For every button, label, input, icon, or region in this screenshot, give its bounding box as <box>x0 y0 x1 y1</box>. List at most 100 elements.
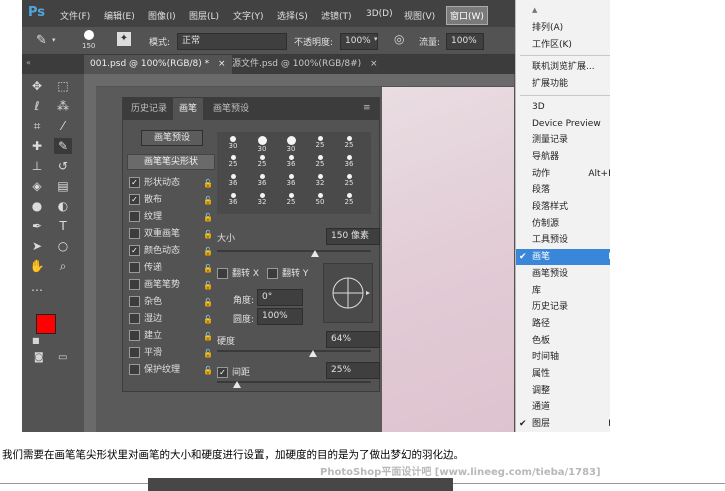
brush-option-checkbox[interactable] <box>129 296 140 307</box>
lock-icon[interactable]: 🔓 <box>203 312 213 327</box>
brush-option-checkbox[interactable] <box>129 262 140 273</box>
blur-tool-icon[interactable]: ● <box>28 198 46 214</box>
brush-option-item[interactable]: 杂色 🔓 <box>129 295 213 310</box>
tab-source-psd[interactable]: 源文件.psd @ 100%(RGB/8#) × <box>226 55 384 74</box>
eyedropper-tool-icon[interactable]: ⁄ <box>54 118 72 134</box>
type-tool-icon[interactable]: T <box>54 218 72 234</box>
quick-mask-icon[interactable]: ◙ <box>34 352 44 363</box>
brush-option-item[interactable]: 湿边 🔓 <box>129 312 213 327</box>
opacity-chevron-icon[interactable]: ▾ <box>374 35 378 43</box>
healing-brush-tool-icon[interactable]: ✚ <box>28 138 46 154</box>
pen-tool-icon[interactable]: ✒ <box>28 218 46 234</box>
window-menu-item[interactable]: 仿制源 <box>516 216 610 232</box>
menu-view[interactable]: 视图(V) <box>404 9 435 22</box>
brush-tip-cell[interactable]: 30 <box>250 136 274 153</box>
window-menu-item[interactable]: 3D <box>516 99 610 115</box>
window-menu-item[interactable]: 导航器 <box>516 149 610 165</box>
window-menu-item[interactable]: 段落样式 <box>516 199 610 215</box>
window-menu-item[interactable]: 历史记录 <box>516 299 610 315</box>
menu-image[interactable]: 图像(I) <box>148 9 176 22</box>
lock-icon[interactable]: 🔓 <box>203 329 213 344</box>
window-menu-item[interactable]: 色板 <box>516 333 610 349</box>
hardness-slider-knob[interactable] <box>309 350 317 357</box>
foreground-color-swatch[interactable] <box>36 314 56 334</box>
menu-edit[interactable]: 编辑(E) <box>104 9 135 22</box>
scroll-up-icon[interactable]: ▲ <box>532 6 537 14</box>
brush-tip-cell[interactable]: 25 <box>337 136 361 152</box>
brush-tool-icon[interactable]: ✎ <box>36 33 47 48</box>
tab-brush[interactable]: 画笔 <box>173 98 204 120</box>
brush-option-item[interactable]: 双重画笔 🔓 <box>129 227 213 242</box>
brush-panel-toggle-icon[interactable]: ✦ <box>117 32 131 46</box>
eraser-tool-icon[interactable]: ◈ <box>28 178 46 194</box>
lock-icon[interactable]: 🔓 <box>203 346 213 361</box>
menu-select[interactable]: 选择(S) <box>277 9 308 22</box>
horizontal-ruler[interactable] <box>84 74 514 86</box>
brush-option-checkbox[interactable] <box>129 211 140 222</box>
menu-layer[interactable]: 图层(L) <box>189 9 219 22</box>
spacing-option[interactable]: ✓ 间距 <box>217 365 250 378</box>
stamp-tool-icon[interactable]: ⊥ <box>28 158 46 174</box>
lasso-tool-icon[interactable]: ℓ <box>28 98 46 114</box>
hardness-field[interactable]: 64% <box>326 331 380 348</box>
brush-tip-cell[interactable]: 25 <box>221 155 245 171</box>
window-menu-item[interactable]: 工作区(K)▶ <box>516 37 610 53</box>
roundness-field[interactable]: 100% <box>257 308 303 325</box>
brush-tip-cell[interactable]: 36 <box>337 155 361 171</box>
brush-tip-cell[interactable]: 32 <box>250 193 274 209</box>
brush-option-checkbox[interactable]: ✓ <box>129 245 140 256</box>
menu-file[interactable]: 文件(F) <box>60 9 90 22</box>
brush-tool-icon[interactable]: ✎ <box>54 138 72 154</box>
size-slider-knob[interactable] <box>311 250 319 257</box>
lock-icon[interactable]: 🔓 <box>203 261 213 276</box>
brush-tip-cell[interactable]: 25 <box>337 193 361 209</box>
size-slider[interactable] <box>217 250 371 252</box>
brush-option-item[interactable]: 平滑 🔓 <box>129 346 213 361</box>
dodge-tool-icon[interactable]: ◐ <box>54 198 72 214</box>
brush-option-checkbox[interactable] <box>129 347 140 358</box>
lock-icon[interactable]: 🔓 <box>203 176 213 191</box>
brush-angle-dial-icon[interactable] <box>324 264 372 322</box>
window-menu-item[interactable]: 时间轴 <box>516 349 610 365</box>
more-tools-icon[interactable]: ⋯ <box>28 282 46 298</box>
brush-option-item[interactable]: 画笔笔势 🔓 <box>129 278 213 293</box>
hand-tool-icon[interactable]: ✋ <box>28 258 46 274</box>
window-menu-item[interactable]: ✔ 画笔 F5 <box>516 249 610 266</box>
window-menu-item[interactable]: 联机浏览扩展... <box>516 59 610 75</box>
menu-filter[interactable]: 滤镜(T) <box>321 9 352 22</box>
brush-option-checkbox[interactable] <box>129 364 140 375</box>
mode-select[interactable]: 正常 <box>177 33 287 50</box>
window-menu-item[interactable]: 通道 <box>516 399 610 415</box>
angle-roundness-preview[interactable] <box>323 263 373 323</box>
flip-y-checkbox[interactable] <box>267 268 278 279</box>
window-menu-item[interactable]: 排列(A)▶ <box>516 20 610 36</box>
opacity-field[interactable]: 100% <box>340 33 378 50</box>
window-menu-item[interactable]: Device Preview <box>516 116 610 132</box>
brush-option-item[interactable]: 保护纹理 🔓 <box>129 363 213 378</box>
panel-menu-icon[interactable]: ≡ <box>363 103 371 113</box>
menu-window[interactable]: 窗口(W) <box>446 6 488 25</box>
brush-presets-button[interactable]: 画笔预设 <box>141 130 203 146</box>
size-field[interactable]: 150 像素 <box>326 228 380 245</box>
flip-y-option[interactable]: 翻转 Y <box>267 266 308 279</box>
window-menu-item[interactable]: 属性 <box>516 366 610 382</box>
brush-tip-cell[interactable]: 25 <box>308 136 332 152</box>
history-brush-tool-icon[interactable]: ↺ <box>54 158 72 174</box>
path-selection-tool-icon[interactable]: ➤ <box>28 238 46 254</box>
brush-option-item[interactable]: 建立 🔓 <box>129 329 213 344</box>
brush-tip-shape-item[interactable]: 画笔笔尖形状 <box>127 154 215 170</box>
lock-icon[interactable]: 🔓 <box>203 278 213 293</box>
document-canvas[interactable] <box>382 87 514 432</box>
window-menu-item[interactable]: 动作 Alt+F9 <box>516 166 610 182</box>
brush-option-item[interactable]: ✓ 颜色动态 🔓 <box>129 244 213 259</box>
brush-tip-cell[interactable]: 30 <box>279 136 303 153</box>
lock-icon[interactable]: 🔓 <box>203 210 213 225</box>
lock-icon[interactable]: 🔓 <box>203 244 213 259</box>
brush-tip-cell[interactable]: 36 <box>250 174 274 190</box>
brush-option-checkbox[interactable] <box>129 228 140 239</box>
brush-tip-grid[interactable]: 30 30 30 25 25 25 25 36 25 36 36 36 36 32 25 36 32 25 50 25 <box>217 132 371 214</box>
lock-icon[interactable]: 🔓 <box>203 227 213 242</box>
brush-option-item[interactable]: ✓ 散布 🔓 <box>129 193 213 208</box>
hardness-slider[interactable] <box>217 350 371 352</box>
chevron-down-icon[interactable]: ▾ <box>52 36 56 44</box>
